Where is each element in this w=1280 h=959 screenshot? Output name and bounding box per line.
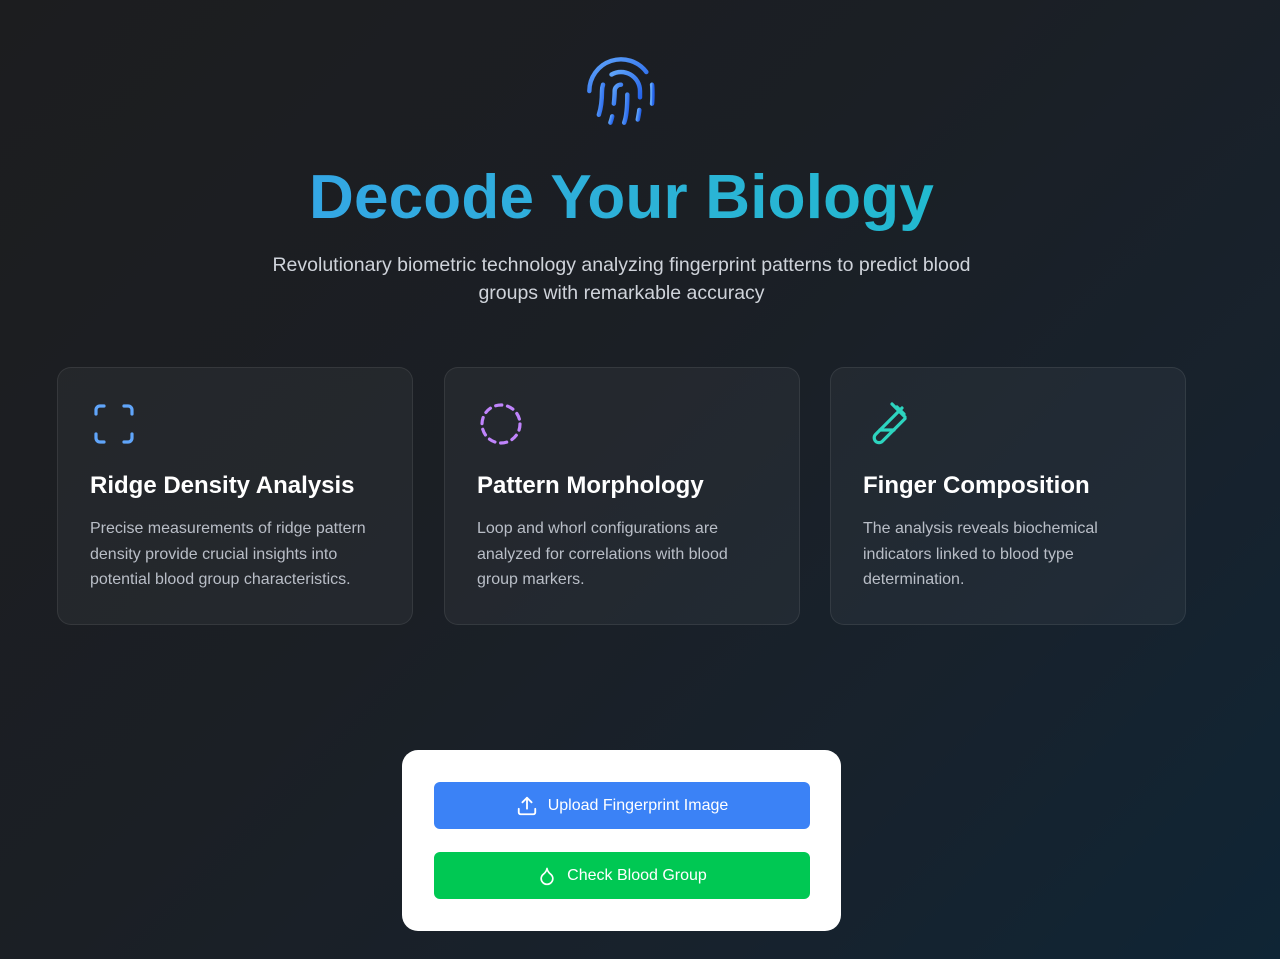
feature-description: The analysis reveals biochemical indicat… [863, 520, 1098, 588]
page-title: Decode Your Biology [0, 163, 1243, 233]
feature-card-pattern-morphology: Pattern Morphology Loop and whorl config… [444, 367, 800, 625]
feature-title: Ridge Density Analysis [90, 472, 355, 499]
upload-button-label: Upload Fingerprint Image [547, 796, 729, 814]
feature-title: Pattern Morphology [477, 472, 704, 499]
action-panel: Upload Fingerprint Image Check Blood Gro… [402, 750, 841, 931]
fingerprint-icon [583, 53, 659, 129]
dashed-circle-icon [477, 400, 525, 448]
page-subtitle: Revolutionary biometric technology analy… [272, 254, 971, 304]
upload-icon [516, 795, 538, 817]
scan-icon [90, 400, 138, 448]
feature-card-finger-composition: Finger Composition The analysis reveals … [830, 367, 1186, 625]
feature-title: Finger Composition [863, 472, 1090, 499]
check-button-label: Check Blood Group [567, 866, 707, 884]
feature-description: Precise measurements of ridge pattern de… [90, 520, 366, 588]
feature-description: Loop and whorl configurations are analyz… [477, 520, 728, 588]
upload-fingerprint-button[interactable]: Upload Fingerprint Image [434, 782, 810, 829]
test-tube-icon [863, 400, 911, 448]
feature-card-ridge-density: Ridge Density Analysis Precise measureme… [57, 367, 413, 625]
check-blood-group-button[interactable]: Check Blood Group [434, 852, 810, 899]
droplet-icon [537, 865, 557, 887]
